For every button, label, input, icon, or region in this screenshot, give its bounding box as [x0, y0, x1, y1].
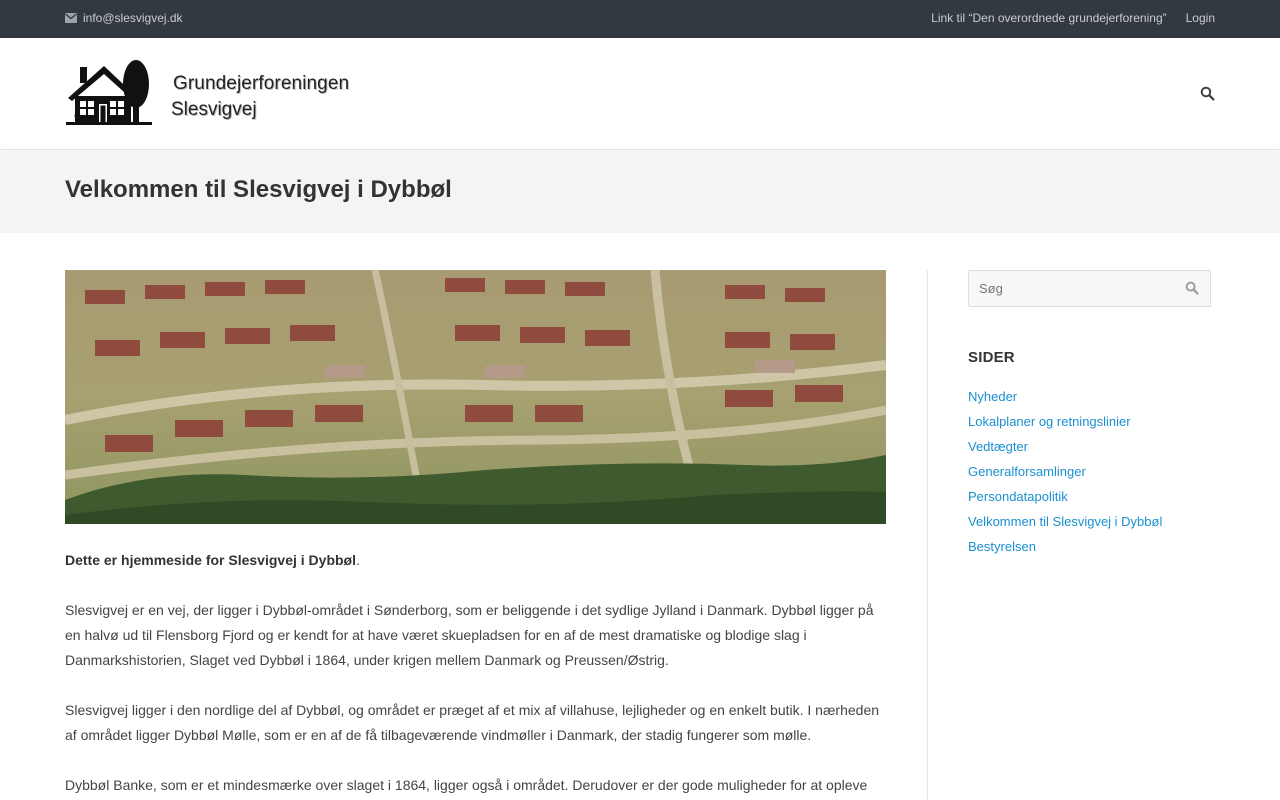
house-tree-logo	[66, 60, 152, 125]
intro-paragraph: Dette er hjemmeside for Slesvigvej i Dyb…	[65, 548, 886, 573]
content-paragraph-3: Dybbøl Banke, som er et mindesmærke over…	[65, 777, 868, 793]
contact-email[interactable]: info@slesvigvej.dk	[65, 11, 183, 25]
site-header: Grundejerforeningen Slesvigvej	[0, 38, 1280, 150]
sidebar-item-lokalplaner: Lokalplaner og retningslinier	[968, 409, 1162, 434]
sidebar-link-persondatapolitik[interactable]: Persondatapolitik	[968, 489, 1068, 504]
sidebar-link-vedtaegter[interactable]: Vedtægter	[968, 439, 1028, 454]
sidebar-item-persondatapolitik: Persondatapolitik	[968, 484, 1162, 509]
search-icon	[1200, 86, 1215, 101]
content-paragraph-1: Slesvigvej er en vej, der ligger i Dybbø…	[65, 602, 874, 668]
content-paragraph-2: Slesvigvej ligger i den nordlige del af …	[65, 702, 880, 743]
top-bar: info@slesvigvej.dk Link til “Den overord…	[0, 0, 1280, 38]
sidebar-search-input[interactable]	[969, 271, 1174, 306]
intro-end: .	[356, 552, 360, 568]
envelope-icon	[65, 13, 77, 23]
sidebar-divider	[927, 270, 928, 800]
sidebar-pages-title: SIDER	[968, 349, 1015, 366]
sidebar-search-button[interactable]	[1185, 281, 1200, 296]
intro-bold-text: Dette er hjemmeside for Slesvigvej i Dyb…	[65, 552, 356, 568]
sidebar-link-velkommen[interactable]: Velkommen til Slesvigvej i Dybbøl	[968, 514, 1162, 529]
login-link[interactable]: Login	[1186, 11, 1215, 25]
sidebar-link-lokalplaner[interactable]: Lokalplaner og retningslinier	[968, 414, 1131, 429]
logo-text-line2: Slesvigvej	[171, 99, 257, 120]
sidebar-item-generalforsamlinger: Generalforsamlinger	[968, 459, 1162, 484]
hero-aerial-photo	[65, 270, 886, 524]
page-title-band: Velkommen til Slesvigvej i Dybbøl	[0, 151, 1280, 233]
sidebar-search	[968, 270, 1211, 307]
sidebar-item-nyheder: Nyheder	[968, 384, 1162, 409]
search-icon	[1185, 281, 1199, 295]
logo-text-line1: Grundejerforeningen	[173, 73, 350, 94]
sidebar-pages-list: Nyheder Lokalplaner og retningslinier Ve…	[968, 384, 1162, 559]
contact-email-text: info@slesvigvej.dk	[83, 11, 183, 25]
sidebar-item-bestyrelsen: Bestyrelsen	[968, 534, 1162, 559]
header-search-button[interactable]	[1200, 86, 1216, 102]
sidebar-link-bestyrelsen[interactable]: Bestyrelsen	[968, 539, 1036, 554]
sidebar-item-vedtaegter: Vedtægter	[968, 434, 1162, 459]
page-title: Velkommen til Slesvigvej i Dybbøl	[65, 176, 452, 203]
parent-association-link[interactable]: Link til “Den overordnede grundejerforen…	[931, 11, 1166, 25]
sidebar-link-nyheder[interactable]: Nyheder	[968, 389, 1017, 404]
sidebar-item-velkommen: Velkommen til Slesvigvej i Dybbøl	[968, 509, 1162, 534]
sidebar-link-generalforsamlinger[interactable]: Generalforsamlinger	[968, 464, 1086, 479]
site-logo[interactable]: Grundejerforeningen Slesvigvej	[66, 58, 356, 130]
top-links: Link til “Den overordnede grundejerforen…	[931, 11, 1215, 25]
